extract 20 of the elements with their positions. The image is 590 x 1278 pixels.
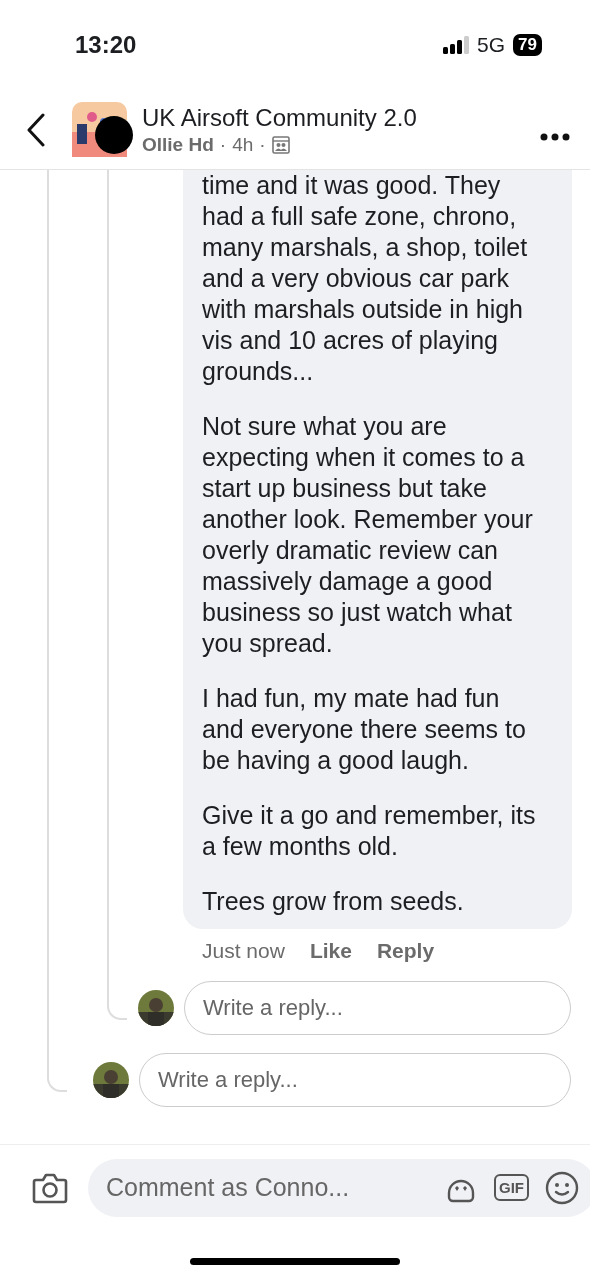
comment-field[interactable]: Comment as Conno... GIF	[88, 1158, 590, 1217]
reply-field[interactable]: Write a reply...	[184, 981, 571, 1035]
post-age: 4h	[232, 133, 254, 156]
reply-field[interactable]: Write a reply...	[139, 1053, 571, 1107]
comment-text: Trees grow from seeds.	[202, 886, 465, 917]
comment-action[interactable]: Reply	[376, 939, 435, 963]
author-name[interactable]: Ollie Hd	[142, 133, 214, 156]
separator-dot: ·	[219, 133, 227, 156]
network-label: 5G	[477, 33, 506, 57]
battery-level: 79	[513, 34, 542, 56]
comment-action[interactable]: Like	[309, 939, 352, 963]
comment-text: I had fun, my mate had fun and everyone there seems to be having a good laugh.	[202, 683, 527, 776]
comment-time: Just now	[202, 939, 285, 963]
gif-button[interactable]: GIF	[494, 1174, 529, 1201]
comment-text: Not sure what you are expecting when it comes to a start up business but take another look. Remember your overly dramatic review can massively damage a good business so just watch what you spread.	[202, 411, 534, 659]
status-time: 13:20	[75, 31, 137, 59]
comment-text: time and it was good. They had a full safe zone, chrono, many marshals, a shop, toilet and a very obvious car park with marshals outside in high vis and 10 acres of playing grounds...	[202, 170, 529, 387]
group-title[interactable]: UK Airsoft Community 2.0	[142, 103, 540, 132]
comment-text: Give it a go and remember, its a few months old.	[202, 800, 537, 862]
separator-dot: ·	[259, 133, 266, 156]
